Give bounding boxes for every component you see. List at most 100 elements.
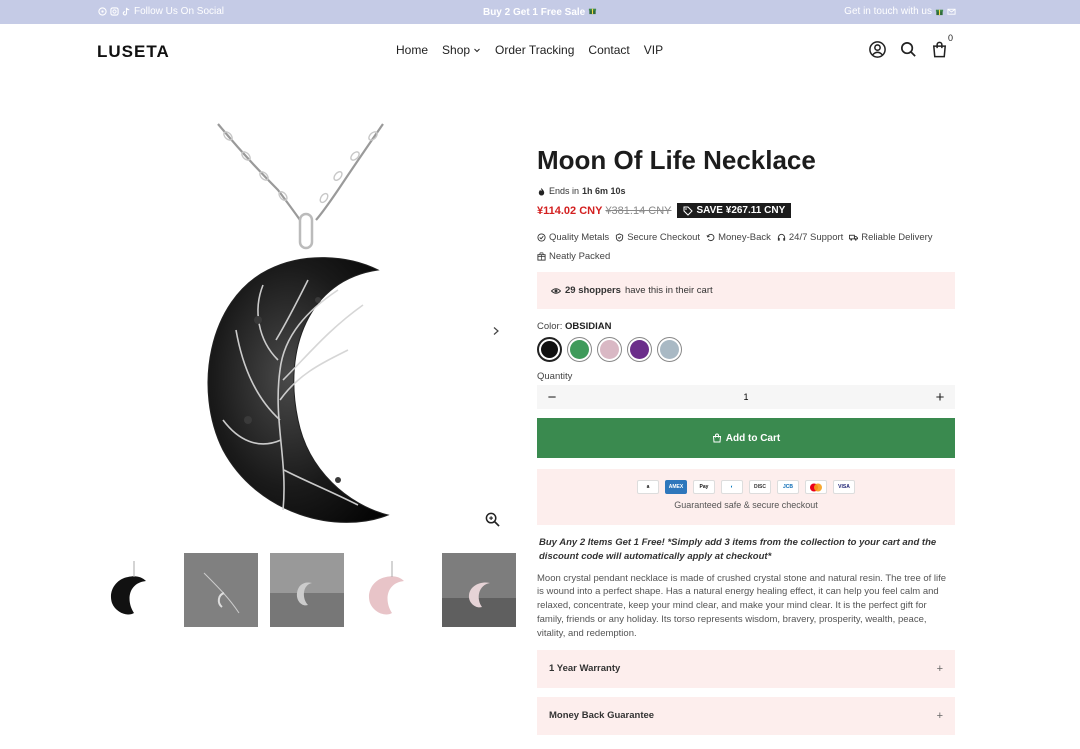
payment-icons: a AMEX Pay ◐ DISC JCB VISA [537,469,955,495]
swatch-fill [570,340,589,360]
nav-contact-label: Contact [588,43,630,57]
chevron-down-icon [473,46,481,54]
visa-icon: VISA [833,480,855,495]
search-icon[interactable] [899,40,918,59]
feature-label: Neatly Packed [549,251,611,263]
payment-badges: a AMEX Pay ◐ DISC JCB VISA Guaranteed sa… [537,469,955,526]
contact-text: Get in touch with us [844,6,932,17]
quantity-increase-button[interactable]: + [933,389,947,406]
quantity-input[interactable] [726,392,766,403]
package-icon [537,252,546,261]
quantity-label: Quantity [537,371,573,383]
feature-list: Quality Metals Secure Checkout Money-Bac… [537,232,955,262]
tag-icon [683,206,694,216]
product-main-image[interactable] [188,120,433,542]
nav-contact[interactable]: Contact [588,43,629,57]
feature-label: Reliable Delivery [861,232,933,244]
shoppers-notice: 29 shoppers have this in their cart [537,272,955,310]
discover-icon: DISC [749,480,771,495]
thumbnail-lifestyle-1[interactable] [184,553,258,627]
apple-pay-icon: Pay [693,480,715,495]
thumbnail-lifestyle-2[interactable] [270,553,344,627]
add-to-cart-button[interactable]: Add to Cart [537,418,955,459]
fire-icon [537,187,546,196]
swatch-fill [660,340,679,360]
feature-label: 24/7 Support [788,232,844,244]
original-price: ¥381.14 CNY [605,204,672,217]
thumbnail-obsidian[interactable] [98,553,172,627]
main-nav: Home Shop Order Tracking Contact VIP [396,43,677,57]
countdown-timer: Ends in 1h 6m 10s [537,186,955,196]
cart-count-badge: 0 [948,33,954,43]
thumbnail-lifestyle-3[interactable] [442,553,516,627]
shoppers-count: 29 shoppers [565,285,621,297]
quantity-decrease-button[interactable]: − [545,389,559,406]
shield-check-icon [615,233,624,242]
mail-icon [947,7,956,16]
check-circle-icon [537,233,546,242]
thumbnail-rose-quartz[interactable] [356,553,430,627]
accordion-warranty[interactable]: 1 Year Warranty + [537,649,955,688]
save-badge: SAVE ¥267.11 CNY [677,203,792,219]
feature-label: Secure Checkout [627,232,701,244]
headset-icon [777,233,786,242]
amazon-pay-icon: a [637,480,659,495]
thumbnail-strip [98,553,528,627]
account-icon[interactable] [868,40,887,59]
feature-label: Money-Back [718,232,771,244]
feature-label: Quality Metals [549,232,610,244]
accordion-title: Money Back Guarantee [549,710,655,722]
cart-icon[interactable] [930,40,949,59]
swatch-amethyst[interactable] [627,337,652,363]
secure-checkout-text: Guaranteed safe & secure checkout [674,500,818,511]
truck-icon [849,233,859,242]
mastercard-icon [805,480,827,495]
plus-icon: + [936,709,943,722]
swatch-rose[interactable] [597,337,622,363]
feature-item: Reliable Delivery [849,232,933,244]
nav-vip-label: VIP [643,43,664,57]
jcb-icon: JCB [777,480,799,495]
add-to-cart-label: Add to Cart [725,432,781,444]
nav-shop-label: Shop [442,43,471,57]
nav-home-label: Home [396,43,429,57]
price-row: ¥114.02 CNY ¥381.14 CNY SAVE ¥267.11 CNY [537,203,955,219]
refund-icon [706,233,715,242]
feature-item: Quality Metals [537,232,609,243]
accordion-money-back[interactable]: Money Back Guarantee + [537,696,955,735]
announcement-bar: Follow Us On Social Buy 2 Get 1 Free Sal… [0,0,1080,24]
contact-link[interactable]: Get in touch with us [844,6,956,17]
site-header: LUSETA Home Shop Order Tracking Contact … [0,24,1080,76]
color-label: Color: OBSIDIAN [537,321,955,332]
current-price: ¥114.02 CNY [537,204,603,217]
feature-item: Neatly Packed [537,251,610,262]
nav-home[interactable]: Home [396,43,428,57]
gift-icon [588,6,597,15]
color-swatches [537,337,955,363]
swatch-aquamarine[interactable] [657,337,682,363]
shopping-bag-icon [712,433,722,443]
swatch-fill [630,340,649,360]
nav-vip[interactable]: VIP [644,43,663,57]
product-gallery [100,120,520,540]
amex-icon: AMEX [665,480,687,495]
swatch-fill [541,341,558,359]
nav-shop[interactable]: Shop [442,43,481,57]
accordion-title: 1 Year Warranty [549,663,621,675]
quantity-stepper: − + [537,385,955,410]
nav-order-tracking[interactable]: Order Tracking [495,43,574,57]
promo-text: Buy Any 2 Items Get 1 Free! *Simply add … [539,537,937,562]
color-value: OBSIDIAN [564,321,612,333]
diners-club-icon: ◐ [721,480,743,495]
swatch-green[interactable] [567,337,592,363]
swatch-fill [600,340,619,360]
zoom-icon[interactable] [485,512,500,527]
sale-text: Buy 2 Get 1 Free Sale [482,7,586,18]
color-label-text: Color: [537,321,563,333]
gift-icon [935,7,944,16]
header-actions [868,40,949,59]
plus-icon: + [936,662,943,675]
chevron-right-icon[interactable] [492,326,500,336]
store-logo[interactable]: LUSETA [97,42,170,62]
swatch-obsidian[interactable] [537,337,562,363]
